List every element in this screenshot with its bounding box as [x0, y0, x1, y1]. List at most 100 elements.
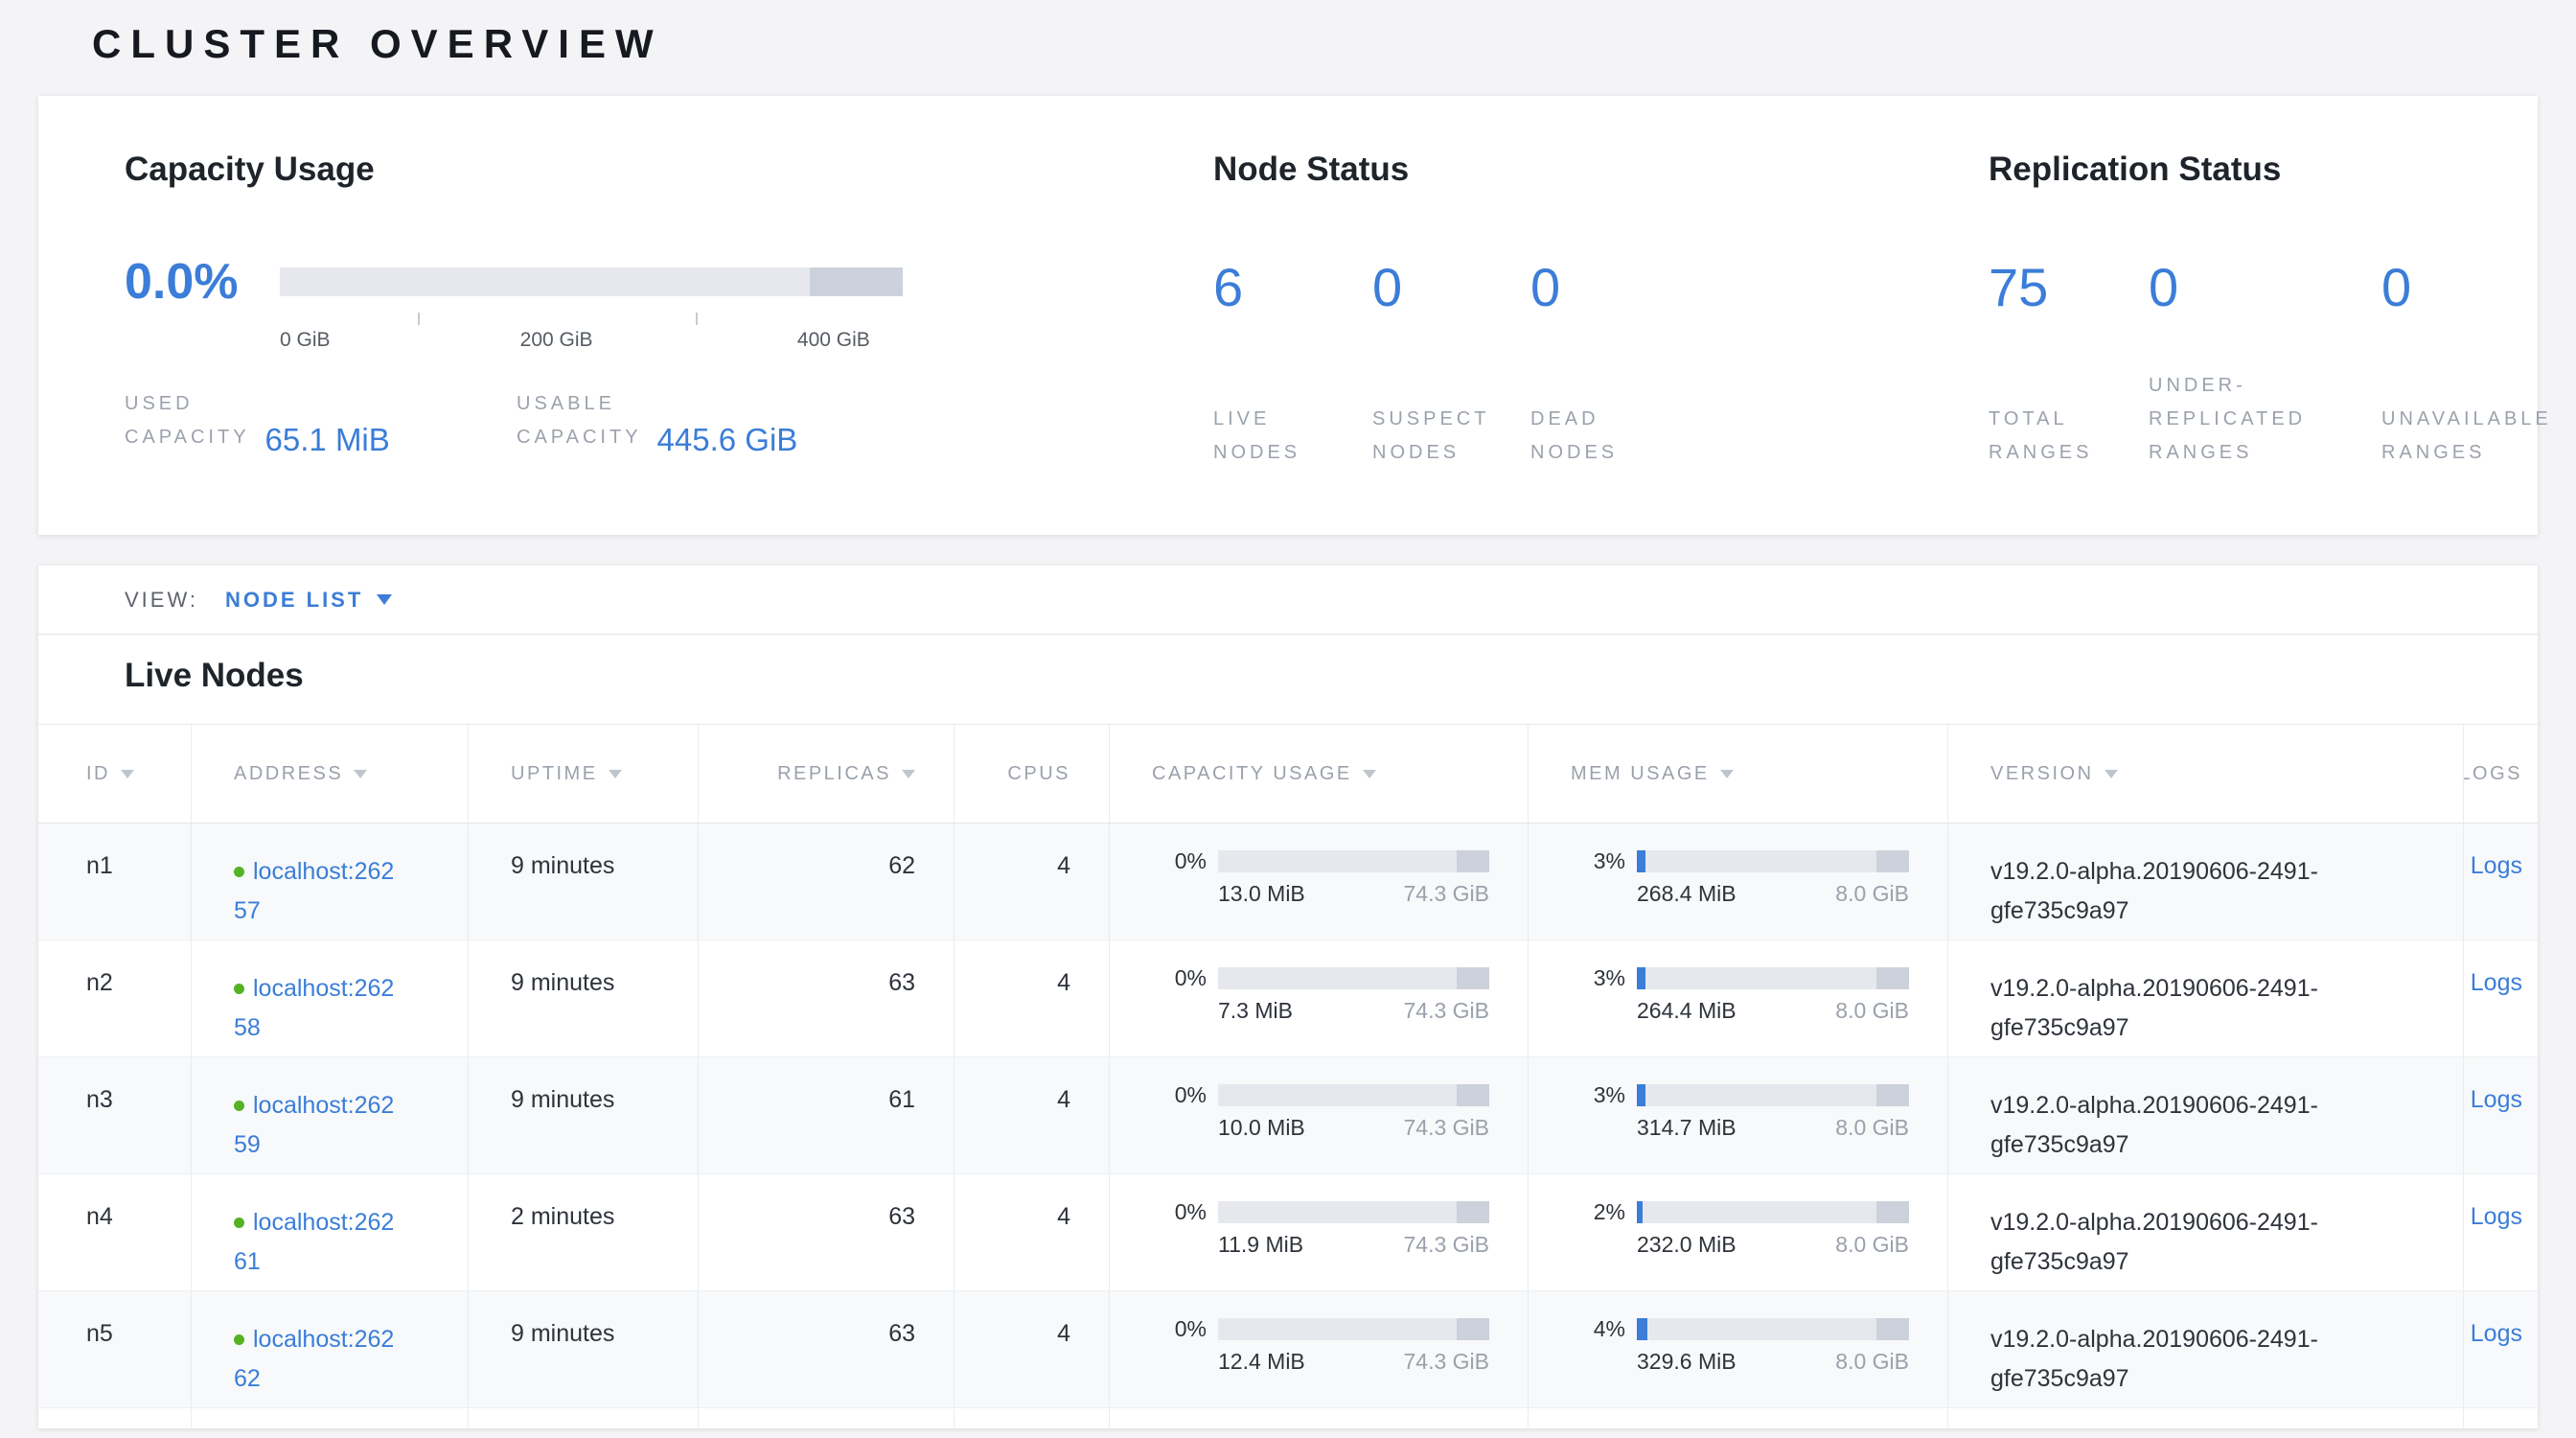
logs-link[interactable]: Logs — [2471, 969, 2522, 996]
logs-cell: Logs — [2464, 1291, 2538, 1407]
dead-nodes-label: DEAD NODES — [1530, 403, 1618, 470]
col-header-capacity-usage[interactable]: CAPACITY USAGE — [1110, 725, 1529, 823]
capacity-total: 74.3 GiB — [1404, 1115, 1490, 1141]
node-address-cell: localhost:26258 — [192, 940, 469, 1056]
table-header-row: ID ADDRESS UPTIME REPLICAS CPUS CAPACITY… — [38, 724, 2538, 823]
node-address-link[interactable]: localhost:26262 — [234, 1326, 394, 1392]
under-replicated-ranges-stat: 0 UNDER- REPLICATED RANGES — [2149, 261, 2381, 470]
sort-desc-icon — [2104, 770, 2118, 778]
col-header-uptime[interactable]: UPTIME — [469, 725, 699, 823]
capacity-gauge — [280, 267, 903, 296]
mem-total: 8.0 GiB — [1835, 1349, 1909, 1375]
node-address-cell: localhost:26259 — [192, 1057, 469, 1173]
col-header-logs: LOGS — [2464, 725, 2538, 823]
logs-link[interactable]: Logs — [2471, 1203, 2522, 1230]
usable-capacity-stat: USABLE CAPACITY 445.6 GiB — [517, 387, 797, 454]
node-address-link[interactable]: localhost:26259 — [234, 1092, 394, 1158]
mem-used: 232.0 MiB — [1637, 1232, 1736, 1258]
node-status-section: Node Status 6 LIVE NODES 0 SUSPECT NODES — [1213, 150, 1741, 470]
capacity-used: 10.0 MiB — [1218, 1115, 1305, 1141]
capacity-used: 7.3 MiB — [1218, 998, 1293, 1024]
suspect-nodes-stat: 0 SUSPECT NODES — [1372, 261, 1530, 470]
col-header-mem-usage[interactable]: MEM USAGE — [1529, 725, 1948, 823]
sort-desc-icon — [1720, 770, 1734, 778]
page-title: CLUSTER OVERVIEW — [0, 0, 2576, 67]
node-address-link[interactable]: localhost:26258 — [234, 975, 394, 1041]
table-row: n3 localhost:26259 9 minutes 61 4 0% 10.… — [38, 1057, 2538, 1174]
col-header-cpus: CPUS — [954, 725, 1110, 823]
table-row-partial — [38, 1408, 2538, 1427]
mem-bar — [1637, 1084, 1909, 1106]
suspect-nodes-count: 0 — [1372, 261, 1530, 314]
logs-cell: Logs — [2464, 1174, 2538, 1290]
used-capacity-value: 65.1 MiB — [265, 423, 390, 457]
node-address-cell: localhost:26257 — [192, 823, 469, 939]
table-row: n4 localhost:26261 2 minutes 63 4 0% 11.… — [38, 1174, 2538, 1291]
mem-total: 8.0 GiB — [1835, 1115, 1909, 1141]
dead-nodes-stat: 0 DEAD NODES — [1530, 261, 1741, 470]
node-live-dot-icon — [234, 867, 244, 877]
node-address-link[interactable]: localhost:26257 — [234, 858, 394, 924]
axis-tick-label: 400 GiB — [797, 329, 870, 352]
view-selector-dropdown[interactable]: NODE LIST — [225, 588, 392, 613]
logs-cell: Logs — [2464, 1057, 2538, 1173]
node-live-dot-icon — [234, 984, 244, 994]
col-header-address[interactable]: ADDRESS — [192, 725, 469, 823]
table-row: n1 localhost:26257 9 minutes 62 4 0% 13.… — [38, 823, 2538, 940]
col-header-replicas[interactable]: REPLICAS — [699, 725, 954, 823]
total-ranges-count: 75 — [1989, 261, 2149, 314]
mem-total: 8.0 GiB — [1835, 998, 1909, 1024]
node-replicas: 63 — [699, 1174, 954, 1290]
capacity-usage-cell: 0% 13.0 MiB 74.3 GiB — [1110, 823, 1529, 939]
capacity-usage-section: Capacity Usage 0.0% 0 GiB 200 GiB 400 Gi… — [125, 150, 1179, 454]
axis-tick-label: 0 GiB — [280, 329, 331, 352]
node-version: v19.2.0-alpha.20190606-2491-gfe735c9a97 — [1948, 1291, 2464, 1407]
usable-capacity-value: 445.6 GiB — [657, 423, 798, 457]
col-header-id[interactable]: ID — [38, 725, 192, 823]
capacity-total: 74.3 GiB — [1404, 998, 1490, 1024]
node-id: n4 — [38, 1174, 192, 1290]
node-replicas: 61 — [699, 1057, 954, 1173]
logs-link[interactable]: Logs — [2471, 852, 2522, 879]
capacity-bar — [1218, 1084, 1489, 1106]
mem-used: 314.7 MiB — [1637, 1115, 1736, 1141]
under-replicated-label: UNDER- REPLICATED RANGES — [2149, 369, 2306, 470]
sort-desc-icon — [1363, 770, 1376, 778]
node-uptime: 2 minutes — [469, 1174, 699, 1290]
mem-pct: 2% — [1548, 1199, 1625, 1225]
node-uptime: 9 minutes — [469, 940, 699, 1056]
table-row: n2 localhost:26258 9 minutes 63 4 0% 7.3… — [38, 940, 2538, 1057]
live-nodes-table: ID ADDRESS UPTIME REPLICAS CPUS CAPACITY… — [38, 724, 2538, 1427]
capacity-pct: 0% — [1129, 1199, 1207, 1225]
capacity-pct: 0% — [1129, 1082, 1207, 1108]
capacity-bar — [1218, 1201, 1489, 1223]
capacity-bar — [1218, 1318, 1489, 1340]
live-nodes-heading: Live Nodes — [125, 656, 2538, 696]
node-cpus: 4 — [954, 1291, 1110, 1407]
col-header-version[interactable]: VERSION — [1948, 725, 2464, 823]
logs-link[interactable]: Logs — [2471, 1086, 2522, 1113]
capacity-pct: 0% — [1129, 1316, 1207, 1342]
logs-cell: Logs — [2464, 823, 2538, 939]
node-version: v19.2.0-alpha.20190606-2491-gfe735c9a97 — [1948, 823, 2464, 939]
capacity-used-percent: 0.0% — [125, 253, 280, 311]
node-cpus: 4 — [954, 1174, 1110, 1290]
used-capacity-label: USED CAPACITY — [125, 387, 250, 454]
view-bar: VIEW: NODE LIST — [38, 566, 2538, 635]
live-nodes-stat: 6 LIVE NODES — [1213, 261, 1372, 470]
capacity-used: 11.9 MiB — [1218, 1232, 1303, 1258]
node-cpus: 4 — [954, 1057, 1110, 1173]
mem-usage-cell: 2% 232.0 MiB 8.0 GiB — [1529, 1174, 1948, 1290]
unavailable-ranges-count: 0 — [2381, 261, 2576, 314]
unavailable-ranges-stat: 0 UNAVAILABLE RANGES — [2381, 261, 2576, 470]
node-address-link[interactable]: localhost:26261 — [234, 1209, 394, 1275]
capacity-usage-title: Capacity Usage — [125, 150, 1179, 190]
node-replicas: 62 — [699, 823, 954, 939]
logs-link[interactable]: Logs — [2471, 1320, 2522, 1347]
sort-desc-icon — [354, 770, 367, 778]
node-address-cell: localhost:26261 — [192, 1174, 469, 1290]
axis-tick-label: 200 GiB — [520, 329, 593, 352]
mem-bar — [1637, 967, 1909, 989]
node-uptime: 9 minutes — [469, 823, 699, 939]
unavailable-ranges-label: UNAVAILABLE RANGES — [2381, 403, 2552, 470]
